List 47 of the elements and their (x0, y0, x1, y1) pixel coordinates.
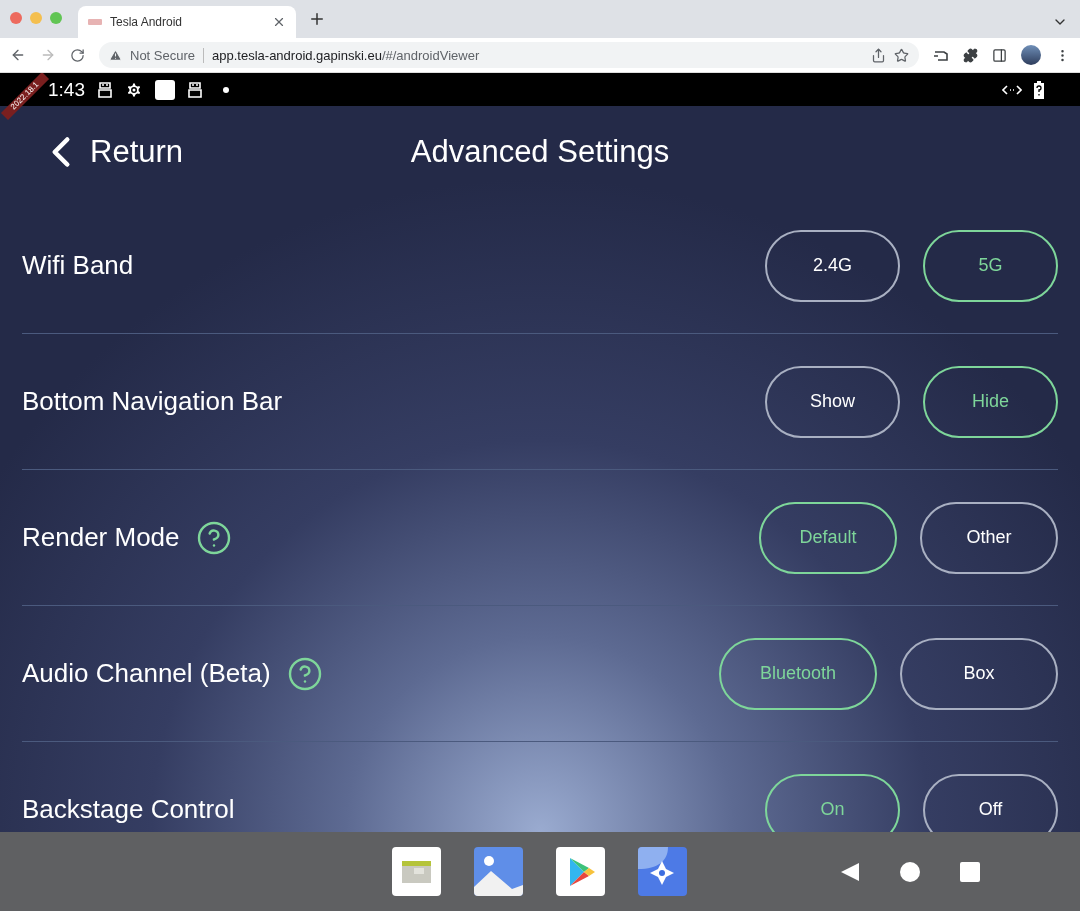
option-button[interactable]: Bluetooth (719, 637, 877, 710)
option-button[interactable]: Other (920, 501, 1058, 574)
share-icon[interactable] (871, 47, 886, 63)
app-icon[interactable] (638, 847, 687, 896)
setting-label: Wifi Band (22, 250, 134, 281)
help-icon[interactable] (195, 519, 232, 556)
profile-avatar[interactable] (1021, 45, 1041, 65)
network-icon (1002, 83, 1022, 96)
favicon-icon (88, 19, 102, 25)
new-tab-icon[interactable] (308, 10, 326, 28)
setting-label: Bottom Navigation Bar (22, 386, 283, 417)
return-button[interactable]: Return (36, 127, 184, 177)
cast-icon[interactable] (933, 48, 949, 62)
reload-icon[interactable] (70, 47, 85, 63)
address-bar[interactable]: Not Secure app.tesla-android.gapinski.eu/#/androidViewer (99, 42, 919, 68)
puzzle-icon[interactable] (963, 47, 978, 63)
play-store-icon[interactable] (556, 847, 605, 896)
option-button[interactable]: Show (765, 365, 900, 438)
close-tab-icon[interactable] (272, 15, 286, 29)
browser-tab[interactable]: Tesla Android (78, 6, 296, 38)
warning-icon (109, 48, 122, 62)
recents-nav-icon[interactable] (960, 861, 980, 882)
setting-label: Render Mode (22, 522, 180, 553)
status-time: 1:43 (48, 78, 85, 101)
setting-label: Backstage Control (22, 794, 235, 825)
back-icon[interactable] (10, 47, 26, 63)
setting-label: Audio Channel (Beta) (22, 658, 271, 689)
battery-icon (1034, 80, 1044, 99)
gallery-icon[interactable] (474, 847, 523, 896)
side-panel-icon[interactable] (992, 47, 1007, 63)
settings-icon (125, 80, 143, 99)
option-button[interactable]: Box (900, 637, 1058, 710)
robot-icon (97, 80, 113, 99)
security-label: Not Secure (130, 47, 205, 63)
option-button[interactable]: 2.4G (765, 229, 900, 302)
dot-icon (223, 86, 229, 93)
robot-icon (187, 80, 203, 99)
help-icon[interactable] (286, 655, 323, 692)
option-button[interactable]: Default (759, 501, 897, 574)
url-text: app.tesla-android.gapinski.eu/#/androidViewer (212, 47, 481, 63)
page-title: Advanced Settings (410, 134, 670, 170)
star-icon[interactable] (894, 47, 909, 63)
square-icon (155, 79, 175, 100)
option-button[interactable]: Hide (923, 365, 1058, 438)
back-nav-icon[interactable] (840, 861, 860, 882)
home-nav-icon[interactable] (900, 861, 920, 882)
option-button[interactable]: 5G (923, 229, 1058, 302)
